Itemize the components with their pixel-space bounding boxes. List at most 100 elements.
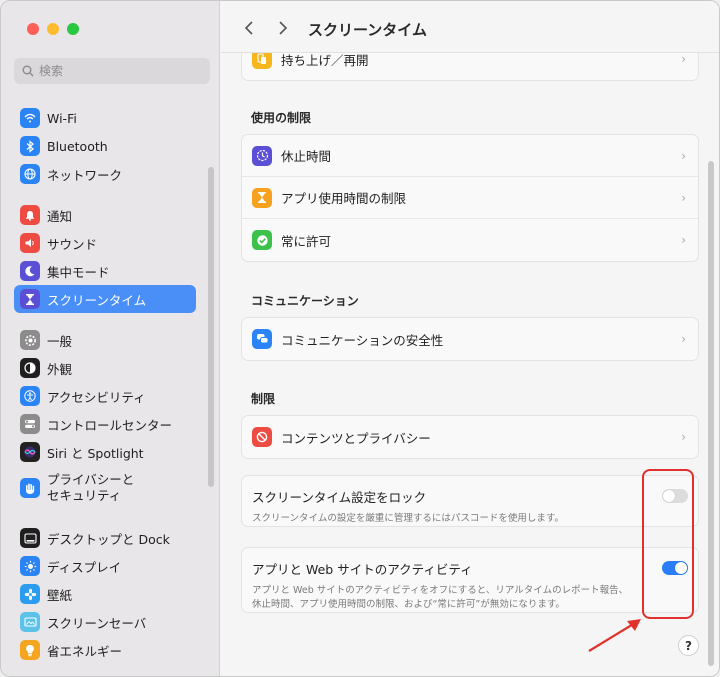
- sidebar-item-flower[interactable]: 壁紙: [14, 580, 196, 608]
- settings-row-label: コミュニケーションの安全性: [281, 332, 444, 348]
- bell-icon: [20, 205, 40, 225]
- content-area: 持ち上げ／再開 › 使用の制限 休止時間 › アプリ使用時間の制限 › 常に許可 › コミュ…: [221, 1, 719, 676]
- help-button[interactable]: ?: [678, 635, 699, 656]
- section-title: コミュニケーション: [251, 294, 359, 308]
- checkmark-icon: [252, 230, 272, 250]
- restrictions-card: コンテンツとプライバシー ›: [241, 415, 699, 459]
- sidebar-item-label: Bluetooth: [47, 138, 108, 154]
- sidebar-item-dock[interactable]: デスクトップと Dock: [14, 524, 196, 552]
- settings-row-label: 常に許可: [281, 233, 332, 249]
- settings-window: Wi-FiBluetoothネットワーク通知サウンド集中モードスクリーンタイム一…: [0, 0, 720, 677]
- zoom-button[interactable]: [67, 23, 79, 35]
- chevron-right-icon: [279, 21, 288, 35]
- chevron-right-icon: ›: [681, 52, 686, 66]
- settings-row-restriction[interactable]: コンテンツとプライバシー ›: [242, 416, 698, 458]
- sidebar-item-bulb[interactable]: 省エネルギー: [14, 636, 196, 664]
- communication-card: コミュニケーションの安全性 ›: [241, 317, 699, 361]
- lock-settings-title: スクリーンタイム設定をロック: [252, 490, 427, 505]
- sidebar-item-label: スクリーンタイム: [47, 292, 147, 308]
- sidebar-item-siri[interactable]: Siri と Spotlight: [14, 438, 196, 466]
- minimize-button[interactable]: [47, 23, 59, 35]
- sidebar-item-label: Siri と Spotlight: [47, 445, 144, 461]
- sidebar-item-control-center[interactable]: コントロールセンター: [14, 410, 196, 438]
- settings-row-chat-bubbles[interactable]: コミュニケーションの安全性 ›: [242, 318, 698, 360]
- chevron-right-icon: ›: [681, 332, 686, 346]
- gear-icon: [20, 330, 40, 350]
- main-pane: 持ち上げ／再開 › 使用の制限 休止時間 › アプリ使用時間の制限 › 常に許可 › コミュ…: [221, 1, 719, 676]
- sidebar-item-label: Wi-Fi: [47, 110, 77, 126]
- forward-button[interactable]: [273, 18, 293, 38]
- moon-icon: [20, 261, 40, 281]
- settings-row-downtime[interactable]: 休止時間 ›: [242, 135, 698, 177]
- app-web-activity-desc-line2: 休止時間、アプリ使用時間の制限、および“常に許可”が無効になります。: [252, 599, 565, 610]
- app-web-activity-title: アプリと Web サイトのアクティビティ: [252, 562, 473, 577]
- sidebar: Wi-Fi Bluetooth ネットワーク通知サウンド集中モードスクリーンタイム一…: [1, 1, 220, 676]
- sidebar-item-accessibility[interactable]: アクセシビリティ: [14, 382, 196, 410]
- flower-icon: [20, 584, 40, 604]
- appearance-icon: [20, 358, 40, 378]
- sidebar-item-globe[interactable]: ネットワーク: [14, 160, 196, 188]
- settings-row-label: 休止時間: [281, 149, 332, 164]
- search-input[interactable]: [39, 64, 189, 78]
- search-field[interactable]: [14, 58, 210, 84]
- sidebar-item-label: ディスプレイ: [47, 559, 122, 575]
- chat-bubbles-icon: [252, 329, 272, 349]
- app-web-activity-card: アプリと Web サイトのアクティビティ アプリと Web サイトのアクティビテ…: [241, 547, 699, 613]
- sidebar-item-bell[interactable]: 通知: [14, 201, 196, 229]
- accessibility-icon: [20, 386, 40, 406]
- main-scrollbar[interactable]: [708, 161, 714, 666]
- sidebar-item-label: 一般: [47, 333, 73, 349]
- chevron-left-icon: [244, 21, 253, 35]
- lock-settings-desc: スクリーンタイムの設定を厳重に管理するにはパスコードを使用します。: [252, 513, 564, 524]
- hourglass-icon: [252, 187, 272, 208]
- close-button[interactable]: [27, 23, 39, 35]
- sidebar-item-sun[interactable]: ディスプレイ: [14, 552, 196, 580]
- sidebar-item-label: 壁紙: [47, 587, 73, 603]
- chevron-right-icon: ›: [681, 233, 686, 247]
- restriction-icon: [252, 427, 272, 447]
- sidebar-item-label: アクセシビリティ: [47, 389, 146, 405]
- sidebar-item-appearance[interactable]: 外観: [14, 354, 196, 382]
- annotation-arrow-icon: [588, 619, 641, 652]
- settings-row-label: コンテンツとプライバシー: [281, 430, 431, 446]
- section-title: 制限: [251, 392, 276, 406]
- sidebar-item-label: プライバシーと セキュリティ: [47, 472, 135, 503]
- wifi-icon: [20, 108, 40, 128]
- sidebar-item-bluetooth[interactable]: Bluetooth: [14, 132, 196, 160]
- globe-icon: [20, 164, 40, 184]
- back-button[interactable]: [239, 18, 259, 38]
- sidebar-item-speaker[interactable]: サウンド: [14, 229, 196, 257]
- bluetooth-icon: [20, 136, 40, 156]
- downtime-icon: [252, 145, 272, 166]
- sidebar-item-label: 省エネルギー: [47, 643, 123, 659]
- sidebar-item-label: スクリーンセーバ: [47, 615, 147, 631]
- window-controls: [27, 23, 79, 35]
- speaker-icon: [20, 233, 40, 253]
- settings-row-label: アプリ使用時間の制限: [281, 191, 407, 206]
- sidebar-item-hand[interactable]: プライバシーと セキュリティ: [14, 466, 196, 510]
- sidebar-item-wifi[interactable]: Wi-Fi: [14, 104, 196, 132]
- usage-limits-card: 休止時間 › アプリ使用時間の制限 › 常に許可 ›: [241, 134, 699, 262]
- screensaver-icon: [20, 612, 40, 632]
- annotation-highlight-box: [642, 469, 694, 619]
- settings-row-checkmark[interactable]: 常に許可 ›: [242, 219, 698, 261]
- sidebar-item-gear[interactable]: 一般: [14, 326, 196, 354]
- sun-icon: [20, 556, 40, 576]
- sidebar-item-hourglass[interactable]: スクリーンタイム: [14, 285, 196, 313]
- sidebar-item-moon[interactable]: 集中モード: [14, 257, 196, 285]
- sidebar-divider: [14, 188, 196, 201]
- chevron-right-icon: ›: [681, 148, 686, 163]
- toolbar: スクリーンタイム: [221, 1, 719, 53]
- page-title: スクリーンタイム: [308, 21, 427, 39]
- sidebar-item-label: ネットワーク: [47, 167, 123, 183]
- control-center-icon: [20, 414, 40, 434]
- chevron-right-icon: ›: [681, 430, 686, 444]
- settings-row-hourglass[interactable]: アプリ使用時間の制限 ›: [242, 177, 698, 219]
- dock-icon: [20, 528, 40, 548]
- lock-settings-card: スクリーンタイム設定をロック スクリーンタイムの設定を厳重に管理するにはパスコー…: [241, 475, 699, 527]
- hourglass-icon: [20, 289, 40, 309]
- sidebar-scrollbar[interactable]: [208, 167, 214, 487]
- hand-icon: [20, 478, 40, 498]
- sidebar-item-label: 外観: [47, 361, 73, 377]
- sidebar-item-screensaver[interactable]: スクリーンセーバ: [14, 608, 196, 636]
